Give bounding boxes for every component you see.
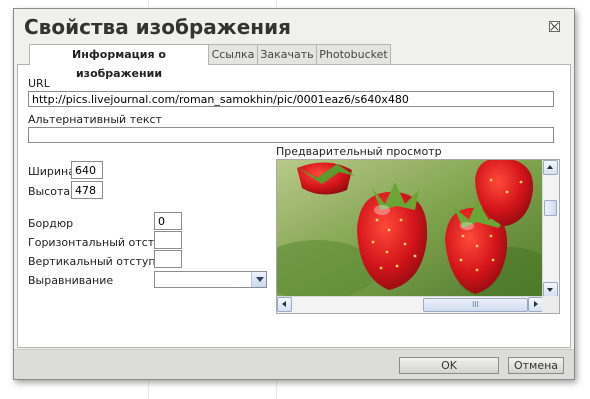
alt-text-input[interactable] — [28, 127, 554, 143]
border-label: Бордюр — [28, 217, 74, 230]
ok-button[interactable]: OK — [399, 357, 499, 374]
width-input[interactable] — [71, 161, 103, 179]
image-info-panel: URL Альтернативный текст Ширина Высота Б… — [17, 64, 571, 348]
tab-link[interactable]: Ссылка — [208, 44, 258, 64]
vspace-label: Вертикальный отступ — [28, 255, 156, 268]
tab-upload[interactable]: Закачать — [257, 44, 317, 64]
align-select[interactable] — [154, 271, 267, 288]
height-label: Высота — [28, 185, 71, 198]
alt-text-label: Альтернативный текст — [28, 113, 162, 126]
preview-vertical-scrollbar[interactable] — [542, 160, 559, 297]
vspace-input[interactable] — [154, 250, 182, 268]
arrow-left-icon[interactable] — [277, 297, 292, 312]
image-properties-dialog: Свойства изображения Информация о изобра… — [13, 8, 575, 380]
preview-horizontal-scrollbar[interactable]: III — [277, 296, 543, 313]
arrow-up-icon[interactable] — [543, 160, 558, 175]
strawberry-image — [277, 160, 543, 297]
hspace-label: Горизонтальный отступ — [28, 236, 168, 249]
chevron-down-icon[interactable] — [251, 272, 266, 287]
vertical-scroll-thumb[interactable] — [544, 200, 557, 216]
dialog-title: Свойства изображения — [24, 15, 291, 39]
scrollbar-corner — [542, 296, 559, 313]
arrow-down-icon[interactable] — [543, 282, 558, 297]
image-preview: III — [276, 159, 560, 314]
hspace-input[interactable] — [154, 231, 182, 249]
width-label: Ширина — [28, 165, 75, 178]
height-input[interactable] — [71, 181, 103, 199]
border-input[interactable] — [154, 212, 182, 230]
arrow-right-icon[interactable] — [528, 297, 543, 312]
url-input[interactable] — [28, 91, 554, 107]
dialog-footer: OK Отмена — [14, 350, 574, 379]
close-icon[interactable] — [549, 21, 560, 32]
url-label: URL — [28, 77, 50, 90]
preview-label: Предварительный просмотр — [276, 145, 442, 158]
tab-photobucket[interactable]: Photobucket — [316, 44, 391, 64]
tab-image-info[interactable]: Информация о изображении — [29, 44, 209, 80]
horizontal-scroll-thumb[interactable]: III — [423, 298, 528, 312]
align-label: Выравнивание — [28, 274, 114, 287]
cancel-button[interactable]: Отмена — [508, 357, 564, 374]
